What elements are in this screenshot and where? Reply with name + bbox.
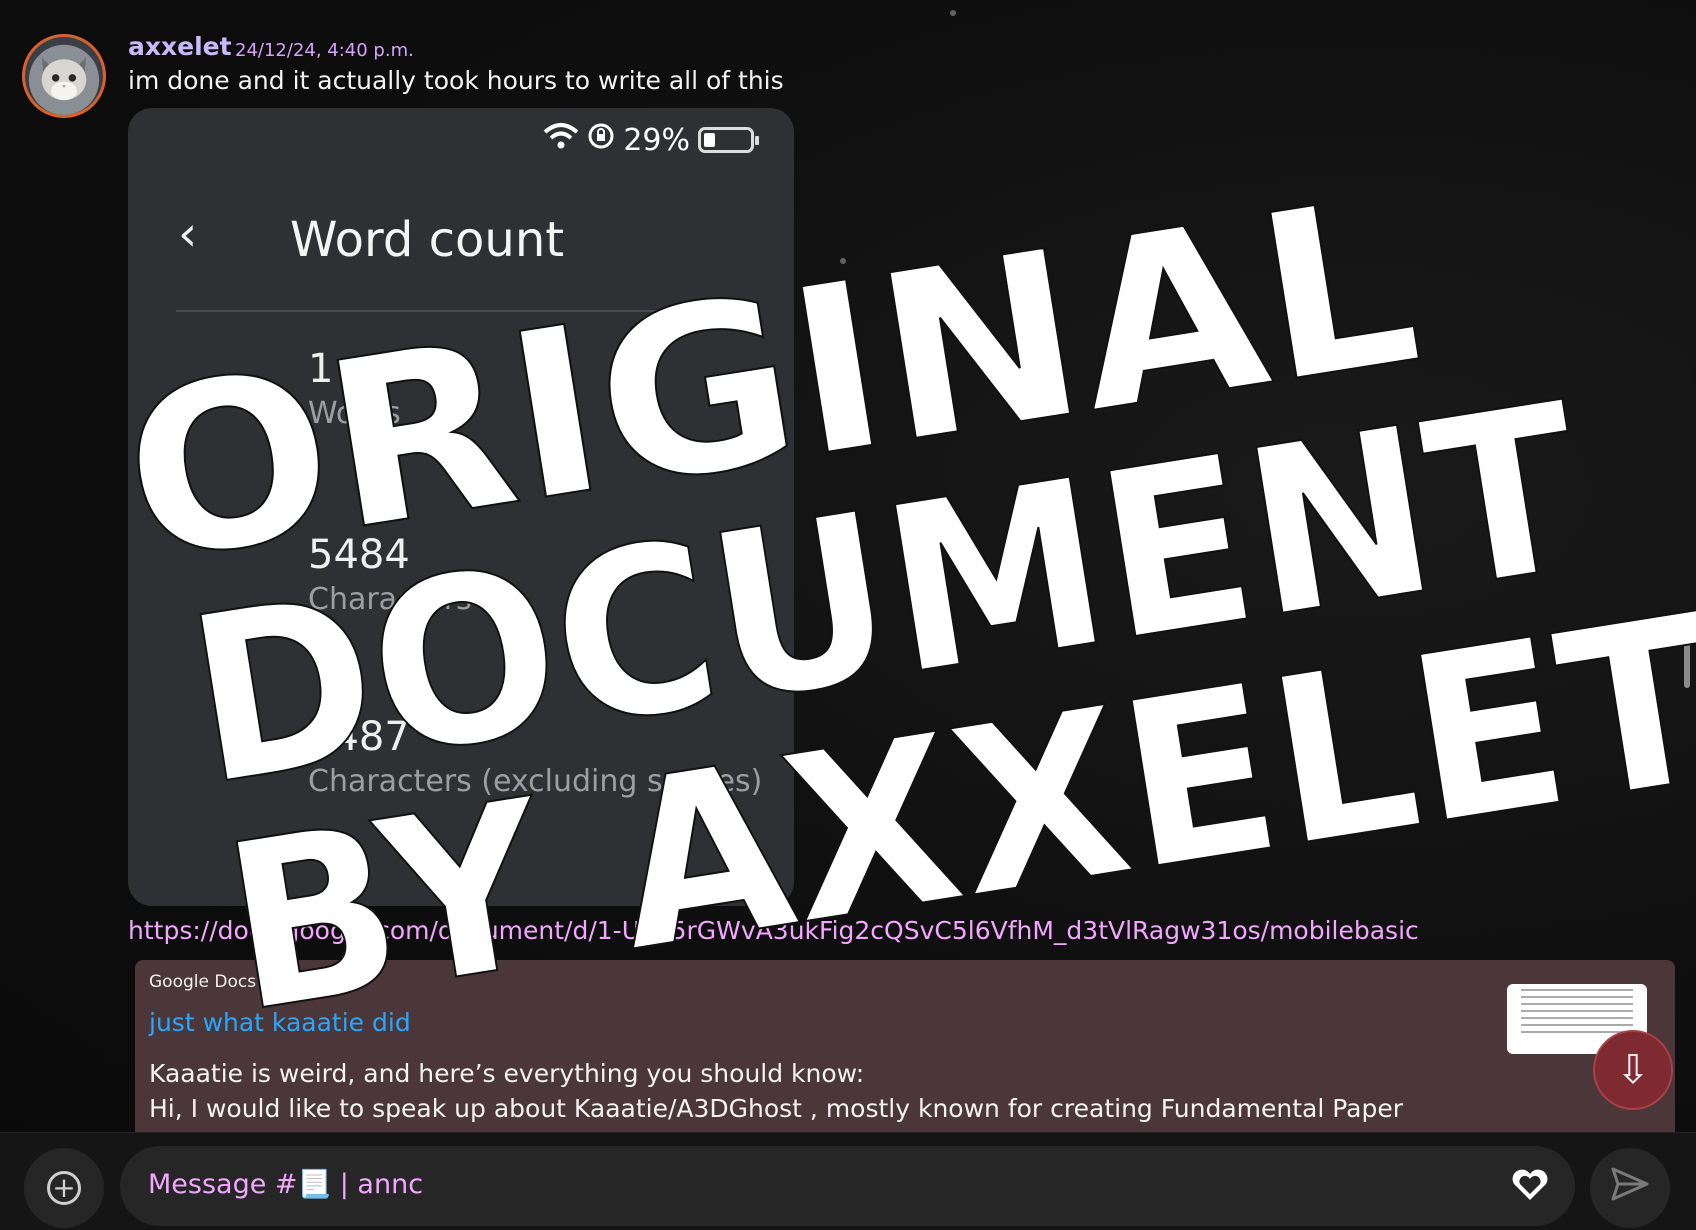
plus-icon: + bbox=[47, 1171, 81, 1205]
stat-characters-no-spaces: 5487 Characters (excluding spaces) bbox=[308, 714, 762, 799]
stat-words: 1 Words bbox=[308, 346, 401, 431]
embed-description: Kaaatie is weird, and here’s everything … bbox=[149, 1056, 1469, 1138]
embed-title[interactable]: just what kaaatie did bbox=[149, 1008, 411, 1037]
user-avatar[interactable] bbox=[22, 34, 106, 118]
link-embed: Google Docs just what kaaatie did Kaaati… bbox=[135, 960, 1675, 1138]
message-input[interactable]: Message #📃 | annc bbox=[120, 1146, 1575, 1226]
background-star bbox=[950, 10, 956, 16]
send-button[interactable] bbox=[1590, 1148, 1670, 1228]
background-star bbox=[840, 258, 846, 264]
stat-label: Words bbox=[308, 396, 401, 431]
stat-value: 1 bbox=[308, 346, 334, 392]
battery-percent: 29% bbox=[623, 122, 690, 158]
cat-avatar-icon bbox=[41, 57, 87, 101]
embed-provider[interactable]: Google Docs bbox=[149, 972, 256, 992]
message-input-placeholder: Message #📃 | annc bbox=[148, 1169, 424, 1200]
jump-to-present-button[interactable]: ⇩ bbox=[1593, 1030, 1673, 1110]
phone-status-bar: 29% bbox=[543, 122, 759, 158]
attached-image[interactable]: 29% ‹ Word count 1 Words 5484 Characters… bbox=[128, 108, 794, 906]
stat-label: Characters bbox=[308, 582, 472, 617]
arrow-down-icon: ⇩ bbox=[1616, 1047, 1650, 1093]
embed-description-line: Kaaatie is weird, and here’s everything … bbox=[149, 1059, 865, 1088]
scrollbar[interactable] bbox=[1684, 612, 1690, 688]
embed-description-line: Hi, I would like to speak up about Kaaat… bbox=[149, 1094, 1404, 1138]
message-link[interactable]: https://docs.google.com/document/d/1-Uyh… bbox=[128, 916, 1419, 945]
stat-value: 5484 bbox=[308, 532, 410, 578]
message-timestamp: 24/12/24, 4:40 p.m. bbox=[235, 40, 414, 61]
send-icon bbox=[1610, 1166, 1650, 1211]
stat-characters: 5484 Characters bbox=[308, 532, 472, 617]
wifi-icon bbox=[543, 122, 579, 158]
message-text: im done and it actually took hours to wr… bbox=[128, 66, 784, 95]
word-count-title: Word count bbox=[290, 212, 565, 268]
divider bbox=[176, 310, 754, 312]
heart-gift-icon[interactable] bbox=[1511, 1168, 1549, 1208]
stat-value: 5487 bbox=[308, 714, 410, 760]
back-chevron-icon: ‹ bbox=[178, 206, 198, 262]
battery-icon bbox=[698, 127, 759, 153]
background-star bbox=[993, 876, 999, 882]
stat-label: Characters (excluding spaces) bbox=[308, 764, 763, 799]
add-attachment-button[interactable]: + bbox=[24, 1148, 104, 1228]
rotation-lock-icon bbox=[587, 122, 615, 158]
message-username[interactable]: axxelet bbox=[128, 32, 232, 61]
